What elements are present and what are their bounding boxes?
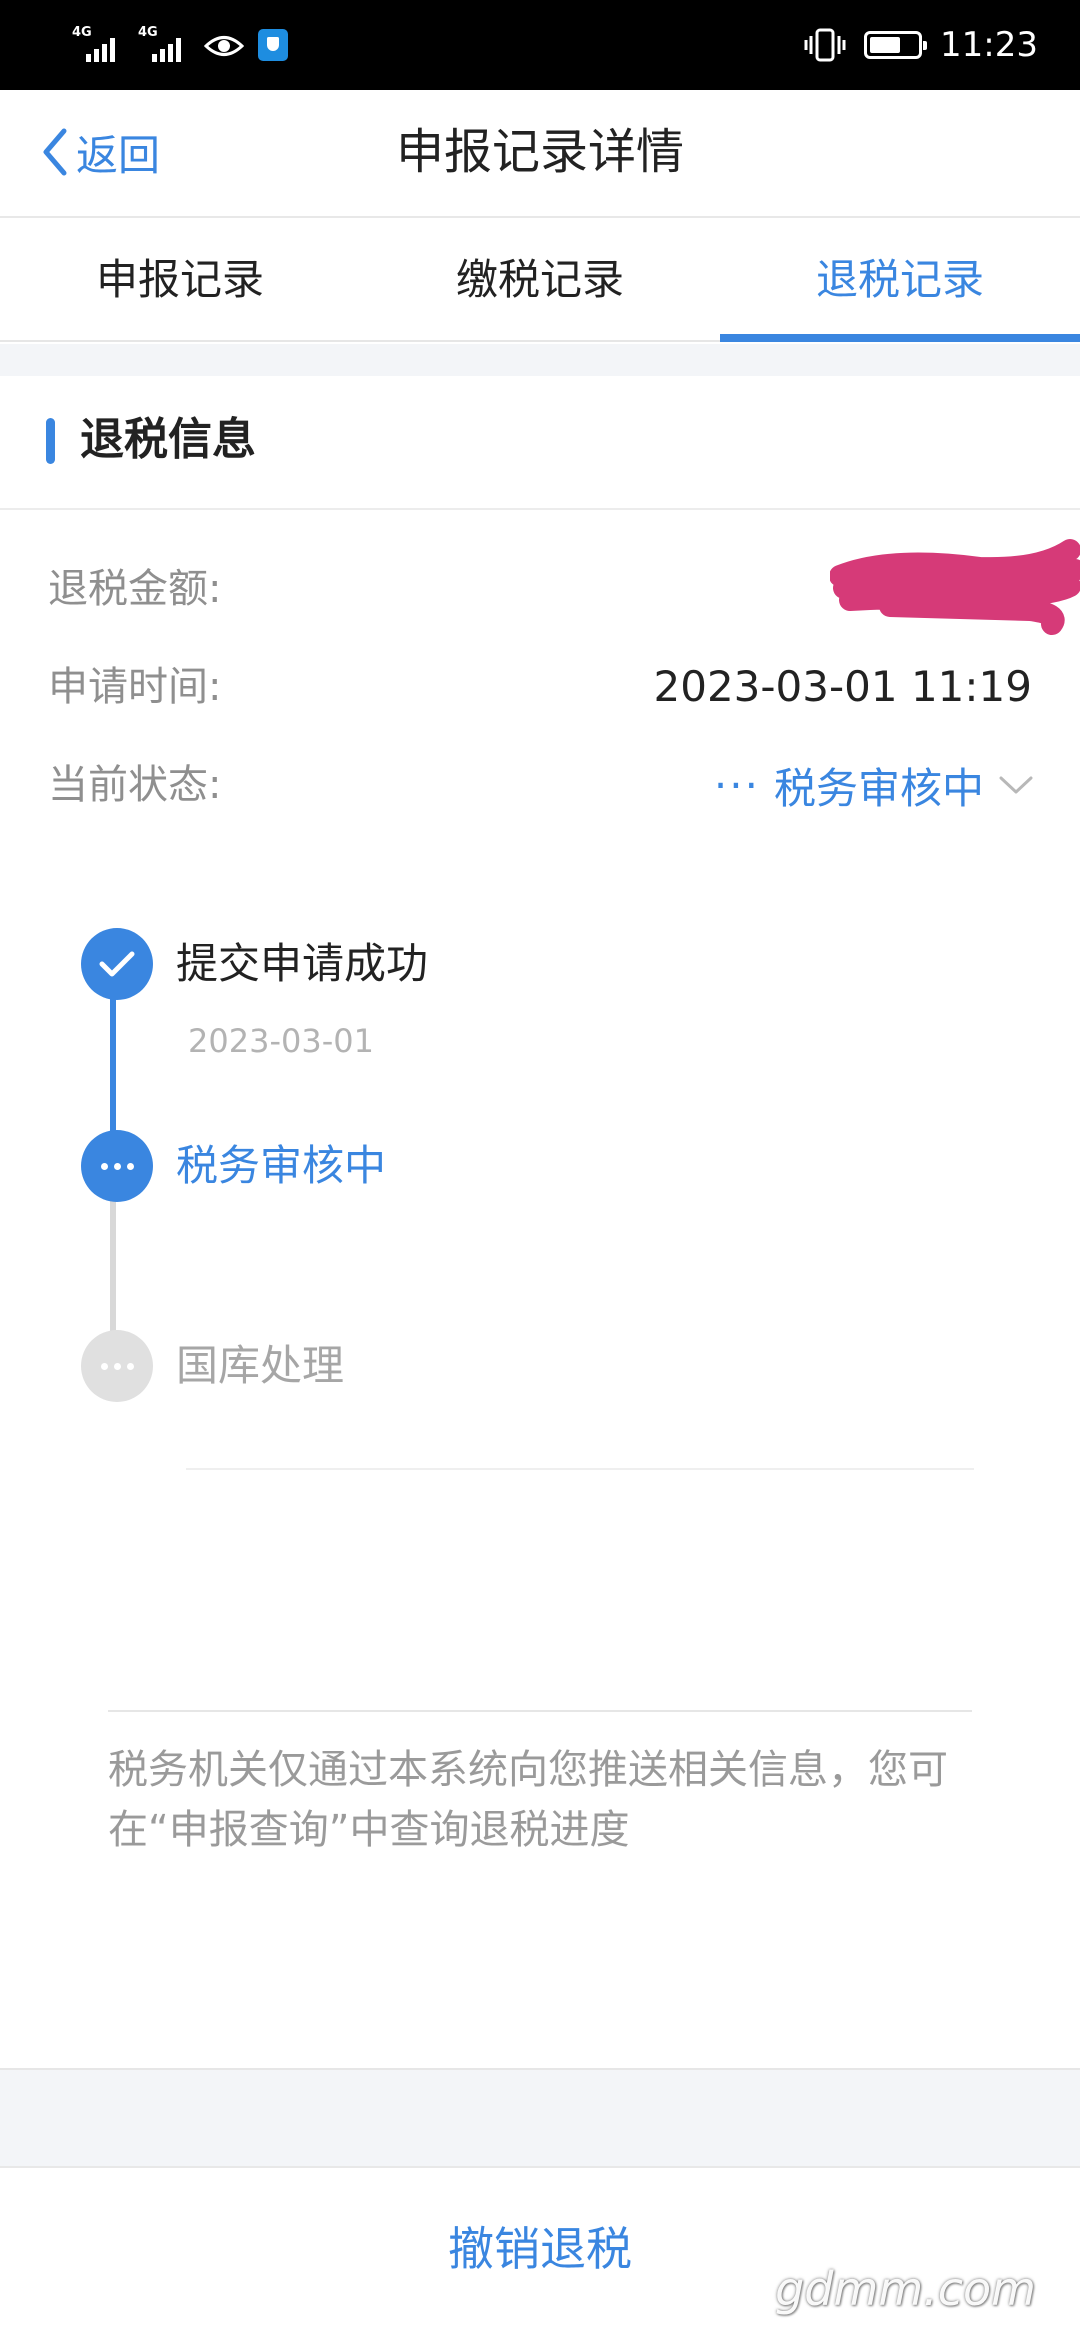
timeline-check-icon xyxy=(81,928,153,1000)
divider xyxy=(108,1710,972,1712)
divider xyxy=(186,1468,974,1470)
tab-refund-records[interactable]: 退税记录 xyxy=(720,218,1080,342)
bottom-gap xyxy=(0,2068,1080,2166)
battery-icon xyxy=(864,31,928,59)
status-row: 当前状态: ··· 税务审核中 xyxy=(0,750,1080,820)
page-title: 申报记录详情 xyxy=(395,124,684,180)
signal-icon-2: 4G xyxy=(138,26,190,64)
more-dots-icon: ··· xyxy=(713,760,760,810)
redaction-scribble xyxy=(830,539,1080,635)
back-label: 返回 xyxy=(76,130,161,180)
timeline-step-submitted: 提交申请成功 xyxy=(176,939,429,988)
record-tabs: 申报记录 缴税记录 退税记录 xyxy=(0,218,1080,342)
notice-text: 税务机关仅通过本系统向您推送相关信息，您可在“申报查询”中查询退税进度 xyxy=(108,1747,948,1853)
eye-icon xyxy=(204,36,244,56)
apply-time-value: 2023-03-01 11:19 xyxy=(653,662,1032,711)
refund-info-card: 退税信息 退税金额: 申请时间: 2023-03-01 11:19 当前状态: … xyxy=(0,376,1080,2066)
timeline-step-date: 2023-03-01 xyxy=(188,1022,374,1060)
bottom-action-bar: 撤销退税 gdmm.com xyxy=(0,2166,1080,2340)
timeline-step-treasury: 国库处理 xyxy=(176,1341,345,1390)
status-dropdown[interactable]: ··· 税务审核中 xyxy=(714,750,1034,820)
chevron-left-icon xyxy=(43,128,67,176)
section-gap xyxy=(0,344,1080,376)
chevron-down-icon xyxy=(999,776,1033,794)
status-right-icons: 11:23 xyxy=(804,22,1038,68)
timeline-pending-icon xyxy=(81,1330,153,1402)
section-header: 退税信息 xyxy=(0,376,1080,510)
tab-payment-records[interactable]: 缴税记录 xyxy=(360,218,720,340)
status-value: 税务审核中 xyxy=(773,763,984,813)
status-left-icons: 4G 4G xyxy=(72,24,288,64)
watermark: gdmm.com xyxy=(775,2262,1036,2316)
shield-icon xyxy=(258,29,288,61)
status-bar: 4G 4G 11:23 xyxy=(0,0,1080,90)
timeline-step-reviewing: 税务审核中 xyxy=(176,1141,387,1190)
section-title: 退税信息 xyxy=(80,414,256,465)
timeline-current-icon xyxy=(81,1130,153,1202)
clock: 11:23 xyxy=(940,25,1038,65)
apply-time-label: 申请时间: xyxy=(48,664,222,710)
vibrate-icon xyxy=(804,28,846,62)
status-label: 当前状态: xyxy=(48,762,222,808)
back-button[interactable]: 返回 xyxy=(40,120,160,184)
nav-bar: 申报记录详情 返回 xyxy=(0,90,1080,218)
amount-label: 退税金额: xyxy=(48,566,222,612)
apply-time-row: 申请时间: 2023-03-01 11:19 xyxy=(0,652,1080,722)
tab-declaration-records[interactable]: 申报记录 xyxy=(0,218,360,340)
section-accent-bar xyxy=(46,418,55,464)
signal-icon-1: 4G xyxy=(72,26,124,64)
